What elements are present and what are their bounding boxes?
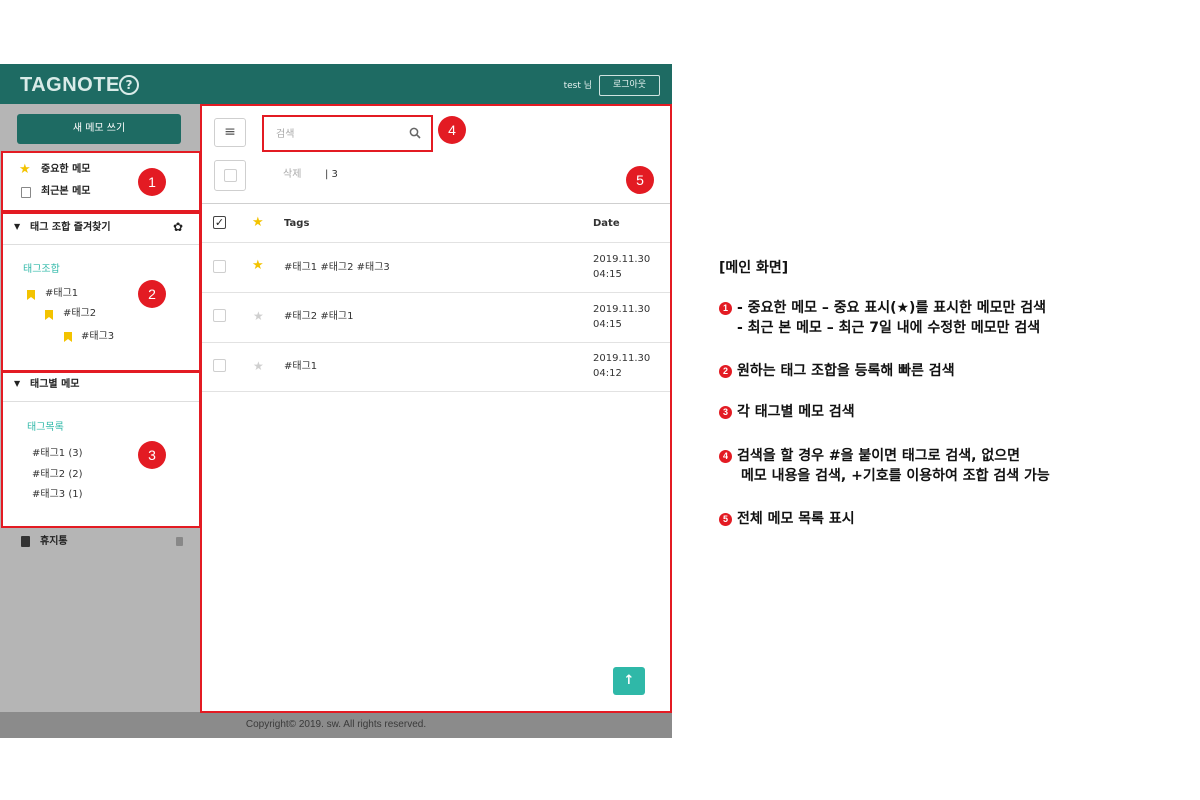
- trash-item[interactable]: 휴지통: [40, 535, 68, 549]
- divider: [3, 244, 199, 245]
- row-checkbox[interactable]: [213, 359, 226, 372]
- callout-badge-4: 4: [438, 116, 466, 144]
- memo-row-time: 04:12: [593, 368, 622, 379]
- favorites-title[interactable]: 태그 조합 즐겨찾기: [30, 221, 111, 235]
- description-item-4-line-2: 메모 내용을 검색, +기호를 이용하여 조합 검색 가능: [741, 468, 1050, 484]
- description-title: [메인 화면]: [719, 260, 789, 276]
- callout-badge-5: 5: [626, 166, 654, 194]
- column-header-tags[interactable]: Tags: [284, 217, 309, 231]
- number-badge: 4: [719, 450, 732, 463]
- search-icon[interactable]: [409, 127, 421, 139]
- menu-button[interactable]: ≡: [214, 118, 246, 147]
- callout-badge-3: 3: [138, 441, 166, 469]
- divider: [3, 401, 199, 402]
- divider: [202, 203, 670, 204]
- trash-icon: [21, 536, 30, 547]
- empty-trash-icon[interactable]: [176, 537, 183, 546]
- footer-copyright: Copyright© 2019. sw. All rights reserved…: [0, 712, 672, 738]
- divider: [202, 342, 670, 343]
- tag-list-label: 태그목록: [27, 422, 64, 433]
- select-all-checkbox[interactable]: [224, 169, 237, 182]
- memo-row-date: 2019.11.30: [593, 304, 651, 315]
- memo-row-date: 2019.11.30: [593, 353, 651, 364]
- tag-list-item-2[interactable]: #태그2 (2): [32, 468, 83, 482]
- note-icon: [21, 187, 31, 198]
- help-icon[interactable]: ?: [119, 75, 139, 95]
- memo-row-date: 2019.11.30: [593, 254, 651, 265]
- number-badge: 2: [719, 365, 732, 378]
- divider: [202, 292, 670, 293]
- row-checkbox[interactable]: [213, 309, 226, 322]
- scroll-top-button[interactable]: ↑: [613, 667, 645, 695]
- memo-row-tags[interactable]: #태그2 #태그1: [284, 310, 353, 324]
- row-checkbox[interactable]: [213, 260, 226, 273]
- tag-memos-panel: [1, 371, 201, 528]
- logout-button[interactable]: 로그아웃: [599, 75, 660, 96]
- memo-count: | 3: [325, 169, 338, 180]
- star-icon: ★: [19, 162, 31, 177]
- star-icon[interactable]: ★: [252, 259, 264, 273]
- star-icon[interactable]: ★: [253, 359, 264, 373]
- star-icon[interactable]: ★: [253, 309, 264, 323]
- description-item-1-line-2: - 최근 본 메모 – 최근 7일 내에 수정한 메모만 검색: [737, 320, 1041, 336]
- recent-memo-item[interactable]: 최근본 메모: [41, 185, 90, 199]
- star-icon[interactable]: ★: [252, 216, 264, 230]
- memo-row-time: 04:15: [593, 269, 622, 280]
- divider: [202, 242, 670, 243]
- callout-badge-1: 1: [138, 168, 166, 196]
- user-label: test 님: [563, 81, 592, 91]
- memo-row-time: 04:15: [593, 319, 622, 330]
- column-header-date[interactable]: Date: [593, 217, 620, 231]
- delete-button[interactable]: 삭제: [283, 168, 301, 182]
- tag-list-item-3[interactable]: #태그3 (1): [32, 488, 83, 502]
- description-item-2: 2 원하는 태그 조합을 등록해 빠른 검색: [719, 361, 955, 381]
- caret-down-icon[interactable]: ▼: [14, 220, 20, 234]
- caret-down-icon[interactable]: ▼: [14, 377, 20, 391]
- header-checkbox[interactable]: ✓: [213, 216, 226, 229]
- tag-list-item-1[interactable]: #태그1 (3): [32, 447, 83, 461]
- description-item-1: 1- 중요한 메모 – 중요 표시(★)를 표시한 메모만 검색: [719, 298, 1046, 318]
- number-badge: 1: [719, 302, 732, 315]
- favorite-tag-3[interactable]: #태그3: [81, 330, 114, 344]
- number-badge: 5: [719, 513, 732, 526]
- new-memo-button[interactable]: 새 메모 쓰기: [17, 114, 181, 144]
- description-item-4: 4 검색을 할 경우 #을 붙이면 태그로 검색, 없으면: [719, 446, 1020, 466]
- description-item-5: 5 전체 메모 목록 표시: [719, 509, 855, 529]
- tag-combo-label[interactable]: 태그조합: [23, 263, 60, 277]
- gear-icon[interactable]: ✿: [173, 220, 183, 234]
- number-badge: 3: [719, 406, 732, 419]
- favorite-tag-1[interactable]: #태그1: [45, 287, 78, 301]
- callout-badge-2: 2: [138, 280, 166, 308]
- description-item-3: 3각 태그별 메모 검색: [719, 402, 855, 422]
- search-input[interactable]: [276, 126, 396, 142]
- memo-row-tags[interactable]: #태그1 #태그2 #태그3: [284, 261, 390, 275]
- memo-list-panel: [200, 104, 672, 713]
- favorite-tag-2[interactable]: #태그2: [63, 307, 96, 321]
- divider: [202, 391, 670, 392]
- quick-filter-panel: [1, 151, 201, 212]
- app-logo: TAGNOTE: [20, 74, 120, 96]
- tag-memos-title[interactable]: 태그별 메모: [30, 378, 79, 392]
- important-memo-item[interactable]: 중요한 메모: [41, 163, 90, 177]
- memo-row-tags[interactable]: #태그1: [284, 360, 317, 374]
